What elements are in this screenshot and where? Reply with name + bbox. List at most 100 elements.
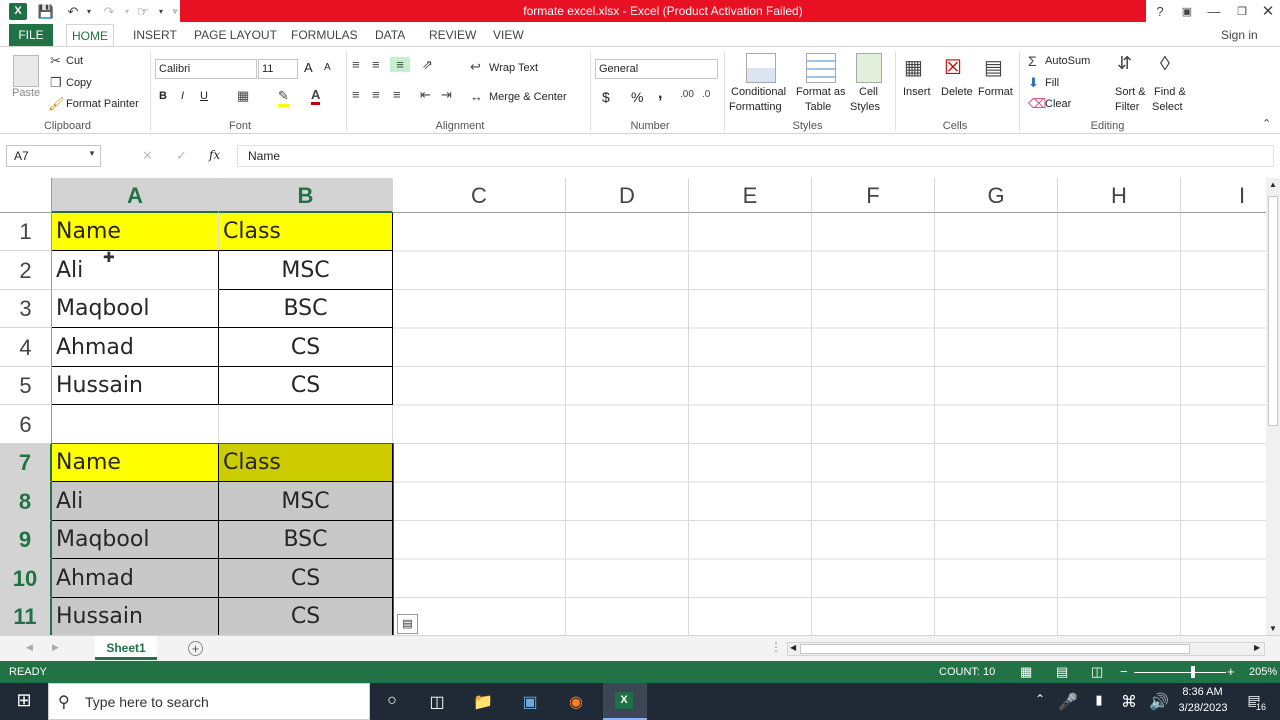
volume-icon[interactable]: 🔊 (1148, 692, 1170, 712)
prev-sheet-icon[interactable]: ◀ (26, 642, 33, 653)
format-painter-icon[interactable]: 🖌 (48, 96, 65, 112)
minimize-icon[interactable]: — (1204, 2, 1224, 22)
empty-cells[interactable] (393, 213, 1266, 635)
cell-b11[interactable]: CS (219, 598, 393, 635)
scroll-up-icon[interactable]: ▲ (1269, 180, 1277, 189)
restore-icon[interactable]: ❐ (1232, 2, 1252, 22)
align-left-icon[interactable]: ≡ (352, 87, 360, 102)
firefox-icon[interactable]: ◉ (565, 692, 587, 712)
cell-b4[interactable]: CS (219, 328, 393, 367)
delete-cells-button[interactable]: Delete (941, 86, 973, 98)
paste-icon[interactable] (13, 55, 39, 87)
cell-b9[interactable]: BSC (219, 521, 393, 559)
column-header-i[interactable]: I (1181, 178, 1266, 213)
sort-filter-button[interactable]: Sort & (1115, 86, 1146, 98)
row-header-4[interactable]: 4 (0, 328, 52, 367)
conditional-formatting-icon[interactable] (746, 53, 776, 83)
battery-icon[interactable]: ▮ (1088, 692, 1110, 708)
cell-b6[interactable] (219, 405, 393, 444)
wrap-text-button[interactable]: Wrap Text (489, 62, 538, 74)
format-cells-icon[interactable]: ▤ (984, 55, 1003, 80)
undo-dropdown-icon[interactable]: ▾ (80, 3, 98, 21)
row-header-3[interactable]: 3 (0, 290, 52, 328)
format-cells-button[interactable]: Format (978, 86, 1013, 98)
sign-in-link[interactable]: Sign in (1221, 28, 1258, 42)
conditional-formatting-button[interactable]: Conditional (731, 86, 786, 98)
tab-page-layout[interactable]: PAGE LAYOUT (194, 28, 277, 42)
column-header-f[interactable]: F (812, 178, 935, 213)
close-icon[interactable]: ✕ (1258, 2, 1278, 22)
fill-icon[interactable]: ⬇ (1028, 75, 1039, 91)
tab-formulas[interactable]: FORMULAS (291, 28, 358, 42)
merge-center-button[interactable]: Merge & Center (489, 91, 567, 103)
vertical-scroll-thumb[interactable] (1268, 196, 1278, 426)
clock-time[interactable]: 8:36 AM (1180, 686, 1225, 698)
scroll-right-icon[interactable]: ▶ (1254, 643, 1260, 652)
row-header-9[interactable]: 9 (0, 521, 52, 559)
column-header-d[interactable]: D (566, 178, 689, 213)
collapse-ribbon-icon[interactable]: ⌃ (1262, 117, 1271, 130)
bold-button[interactable]: B (159, 90, 167, 102)
redo-icon[interactable]: ↷ (100, 3, 118, 21)
underline-button[interactable]: U (200, 90, 208, 102)
increase-indent-icon[interactable]: ⇥ (441, 87, 452, 103)
copy-icon[interactable]: ❐ (50, 75, 62, 91)
borders-icon[interactable]: ▦ (237, 88, 249, 104)
cortana-icon[interactable]: ○ (381, 692, 403, 710)
tab-insert[interactable]: INSERT (133, 28, 177, 42)
cell-a2[interactable]: Ali (52, 251, 219, 290)
cell-b10[interactable]: CS (219, 559, 393, 598)
cell-a10[interactable]: Ahmad (52, 559, 219, 598)
font-name-select[interactable]: Calibri (155, 59, 257, 79)
ribbon-display-icon[interactable]: ▣ (1177, 2, 1197, 22)
italic-button[interactable]: I (181, 90, 184, 102)
quick-analysis-icon[interactable]: ▤ (397, 614, 418, 634)
excel-taskbar-button[interactable]: X (603, 683, 647, 720)
scroll-down-icon[interactable]: ▼ (1269, 624, 1277, 633)
file-explorer-icon[interactable]: 📁 (472, 692, 494, 712)
tab-split-handle-icon[interactable]: ⋮ (770, 640, 782, 654)
cell-a3[interactable]: Maqbool (52, 290, 219, 328)
currency-button[interactable]: $ (602, 89, 610, 105)
cell-a9[interactable]: Maqbool (52, 521, 219, 559)
row-header-1[interactable]: 1 (0, 213, 52, 251)
fill-button[interactable]: Fill (1045, 77, 1059, 89)
orientation-icon[interactable]: ⇗ (422, 57, 433, 73)
tab-review[interactable]: REVIEW (429, 28, 476, 42)
cell-styles-label2[interactable]: Styles (850, 101, 880, 113)
format-as-table-button[interactable]: Format as (796, 86, 846, 98)
formula-input[interactable]: Name (237, 145, 1274, 167)
page-break-view-icon[interactable]: ◫ (1091, 664, 1103, 680)
column-header-c[interactable]: C (393, 178, 566, 213)
cell-a11[interactable]: Hussain (52, 598, 219, 635)
row-header-7[interactable]: 7 (0, 444, 52, 482)
column-header-b[interactable]: B (219, 178, 393, 213)
cell-styles-icon[interactable] (856, 53, 882, 83)
sort-filter-icon[interactable]: ⇵ (1117, 53, 1132, 74)
scroll-left-icon[interactable]: ◀ (790, 643, 796, 652)
tab-home[interactable]: HOME (66, 24, 114, 47)
column-header-g[interactable]: G (935, 178, 1058, 213)
format-as-table-label2[interactable]: Table (805, 101, 831, 113)
cell-a6[interactable] (52, 405, 219, 444)
paste-button[interactable]: Paste (12, 87, 40, 99)
row-header-6[interactable]: 6 (0, 405, 52, 444)
zoom-level[interactable]: 205% (1249, 666, 1277, 678)
decrease-indent-icon[interactable]: ⇤ (420, 87, 431, 103)
save-icon[interactable]: 💾 (37, 3, 55, 21)
horizontal-scrollbar[interactable]: ◀ ▶ (787, 642, 1265, 656)
insert-function-button[interactable]: fx (209, 148, 220, 162)
tab-view[interactable]: VIEW (493, 28, 524, 42)
align-middle-icon[interactable]: ≡ (372, 57, 380, 72)
find-select-icon[interactable]: ◊ (1160, 53, 1170, 76)
cell-a4[interactable]: Ahmad (52, 328, 219, 367)
help-icon[interactable]: ? (1150, 2, 1170, 22)
percent-button[interactable]: % (631, 89, 643, 105)
fill-color-icon[interactable]: ✎ (278, 88, 289, 107)
tab-file[interactable]: FILE (9, 24, 53, 46)
increase-decimal-icon[interactable]: .00 (680, 89, 694, 100)
touch-mode-icon[interactable]: ☞ (134, 3, 152, 21)
align-right-icon[interactable]: ≡ (393, 87, 401, 102)
wrap-text-icon[interactable]: ↩ (470, 59, 481, 75)
next-sheet-icon[interactable]: ▶ (52, 642, 59, 653)
